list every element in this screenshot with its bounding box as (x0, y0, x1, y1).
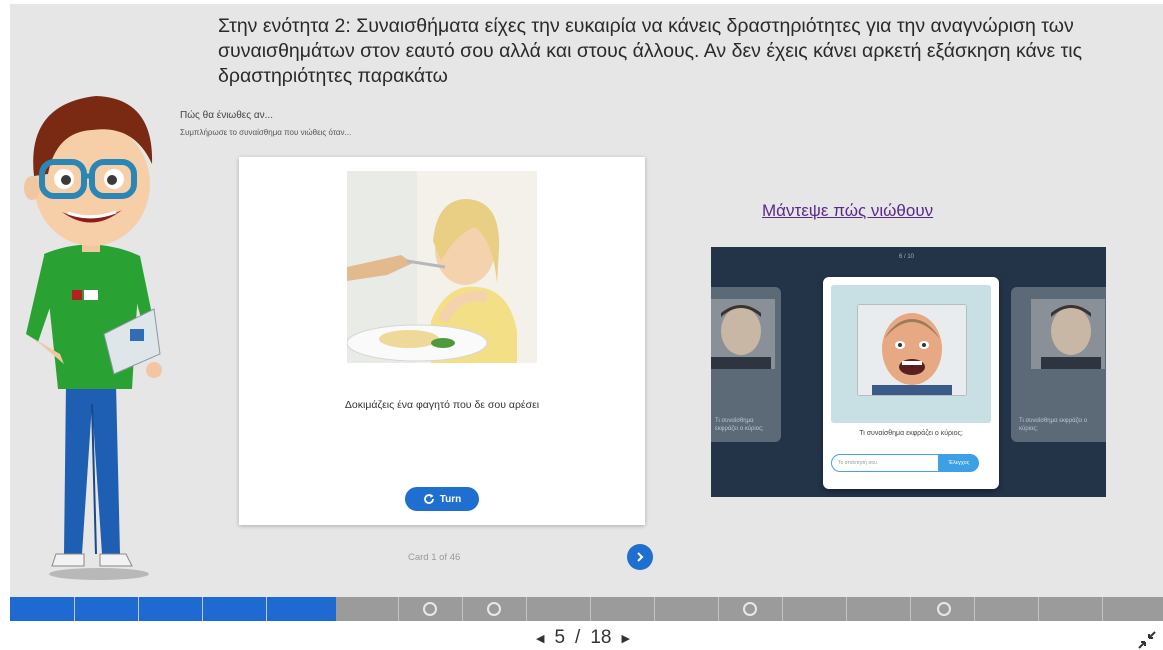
preview-check-button: Έλεγχος (939, 454, 979, 472)
emotion-activity-preview[interactable]: 6 / 10 Τι συναίσθημα εκφράζει ο κύριος; (711, 247, 1106, 497)
progress-fill (10, 597, 337, 621)
progress-segment-divider (782, 597, 783, 621)
preview-card-left: Τι συναίσθημα εκφράζει ο κύριος; (711, 287, 781, 442)
progress-segment-divider (74, 597, 75, 621)
progress-segment-divider (910, 597, 911, 621)
next-card-button[interactable] (627, 544, 653, 570)
card-counter: Card 1 of 46 (408, 552, 461, 563)
refresh-icon (423, 494, 434, 504)
progress-segment-divider (974, 597, 975, 621)
interaction-marker-icon[interactable] (743, 602, 757, 616)
interaction-marker-icon[interactable] (487, 602, 501, 616)
preview-left-text: Τι συναίσθημα εκφράζει ο κύριος; (715, 418, 764, 432)
interaction-marker-icon[interactable] (937, 602, 951, 616)
exit-fullscreen-icon[interactable] (1137, 630, 1157, 650)
triangle-right-icon[interactable]: ▶ (621, 632, 629, 645)
interaction-marker-icon[interactable] (423, 602, 437, 616)
preview-card-main: Τι συναίσθημα εκφράζει ο κύριος; Το απάν… (823, 277, 999, 489)
girl-eating-photo (347, 171, 537, 363)
preview-card-image-area (831, 285, 991, 423)
preview-card-right: Τι συναίσθημα εκφράζει ο κύριος; (1011, 287, 1106, 442)
progress-segment-divider (266, 597, 267, 621)
guess-feelings-link[interactable]: Μάντεψε πώς νιώθουν (762, 201, 933, 221)
progress-segment-divider (654, 597, 655, 621)
progress-segment-divider (526, 597, 527, 621)
triangle-left-icon[interactable]: ◀ (536, 632, 544, 645)
preview-face-photo (857, 304, 967, 396)
presentation-progress-bar[interactable] (10, 597, 1163, 621)
progress-segment-divider (398, 597, 399, 621)
progress-segment-divider (462, 597, 463, 621)
progress-segment-divider (1038, 597, 1039, 621)
flashcard-text: Δοκιμάζεις ένα φαγητό που δε σου αρέσει (344, 399, 540, 411)
slide-navigation: ◀ 5 / 18 ▶ (536, 627, 630, 649)
slide-heading: Στην ενότητα 2: Συναισθήματα είχες την ε… (218, 15, 1083, 87)
progress-segment-divider (590, 597, 591, 621)
activity-instruction: Συμπλήρωσε το συναίσθημα που νιώθεις ότα… (180, 128, 352, 137)
cartoon-character-illustration (24, 96, 162, 580)
preview-face-right (1031, 299, 1105, 369)
slide-separator: / (575, 627, 581, 648)
total-slides-number: 18 (590, 627, 612, 648)
activity-title: Πώς θα ένιωθες αν... (180, 110, 273, 121)
progress-segment-divider (718, 597, 719, 621)
preview-question: Τι συναίσθημα εκφράζει ο κύριος; (859, 430, 963, 437)
progress-segment-divider (1102, 597, 1103, 621)
turn-button[interactable]: Turn (405, 487, 479, 511)
progress-segment-divider (846, 597, 847, 621)
preview-right-text: Τι συναίσθημα εκφράζει ο κύριος; (1019, 418, 1088, 432)
preview-counter: 6 / 10 (899, 254, 915, 260)
preview-answer-input: Το απάντησή σου (831, 454, 939, 472)
current-slide-number: 5 (554, 627, 566, 648)
chevron-right-icon (637, 552, 644, 562)
preview-face-left (711, 299, 775, 369)
progress-segment-divider (202, 597, 203, 621)
progress-segment-divider (138, 597, 139, 621)
flashcard[interactable]: Δοκιμάζεις ένα φαγητό που δε σου αρέσει … (239, 157, 645, 525)
turn-button-label: Turn (439, 493, 462, 505)
